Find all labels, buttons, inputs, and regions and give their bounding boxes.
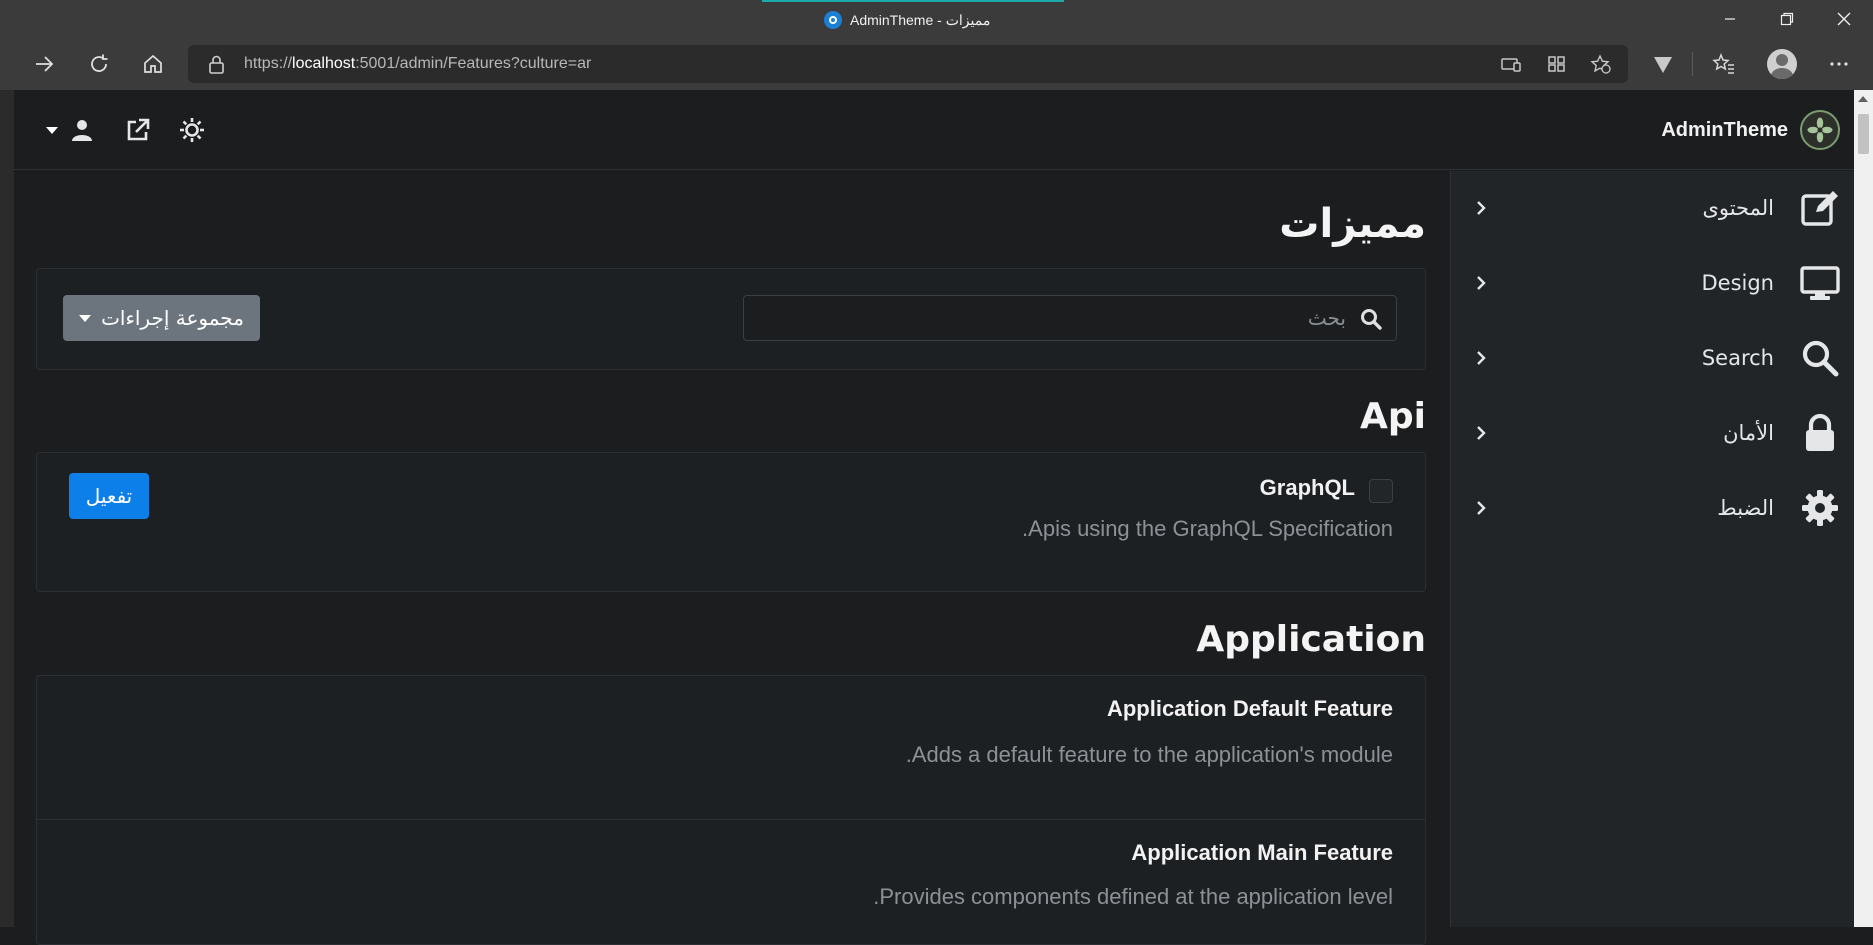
feature-list-application: Application Default Feature .Adds a defa… (36, 675, 1426, 945)
minimize-button[interactable] (1706, 0, 1754, 38)
vpn-extension-icon[interactable] (1651, 52, 1675, 76)
sun-icon (180, 118, 204, 142)
main-content: مميزات بحث مجموعة إجراءات Api GraphQL .A… (36, 171, 1426, 945)
admin-app: AdminTheme المحتوى Design Search الأمان … (14, 90, 1854, 945)
monitor-icon (1800, 263, 1840, 303)
url-text: https://localhost:5001/admin/Features?cu… (244, 55, 592, 72)
sidebar-item-label: Design (1701, 271, 1774, 295)
scroll-up-arrow-icon[interactable] (1858, 96, 1868, 102)
restore-icon (1780, 12, 1794, 26)
search-input[interactable]: بحث (743, 295, 1397, 341)
close-window-button[interactable] (1820, 0, 1868, 38)
favorites-icon[interactable] (1712, 52, 1736, 76)
gear-icon (1800, 488, 1840, 528)
minimize-icon (1725, 18, 1735, 20)
scrollbar-thumb[interactable] (1858, 114, 1869, 154)
close-icon (1837, 12, 1851, 26)
visit-site-button[interactable] (120, 112, 156, 148)
sidebar-item-search[interactable]: Search (1450, 321, 1854, 395)
browser-titlebar: AdminTheme - مميزات (0, 0, 1873, 38)
search-icon (1800, 338, 1840, 378)
sidebar-item-design[interactable]: Design (1450, 246, 1854, 320)
site-favicon-icon (824, 11, 842, 29)
sidebar-item-label: Search (1701, 346, 1774, 370)
lock-icon (209, 55, 224, 74)
bulk-actions-button[interactable]: مجموعة إجراءات (63, 295, 260, 341)
user-menu-button[interactable] (64, 112, 100, 148)
feature-name: Application Default Feature (1106, 696, 1393, 721)
chevron-right-icon (1477, 201, 1486, 215)
home-button[interactable] (129, 38, 177, 90)
external-link-icon (127, 118, 150, 141)
sidebar-item-label: الأمان (1723, 421, 1774, 445)
tab-title: AdminTheme - مميزات (850, 11, 991, 28)
chevron-down-icon (46, 126, 58, 134)
search-placeholder: بحث (1307, 306, 1346, 330)
sidebar-item-label: المحتوى (1702, 196, 1774, 220)
chevron-right-icon (1477, 276, 1486, 290)
more-options-icon[interactable] (1827, 52, 1851, 76)
forward-button[interactable] (20, 38, 68, 90)
feature-description: .Apis using the GraphQL Specification (1022, 516, 1393, 541)
sidebar-item-content[interactable]: المحتوى (1450, 171, 1854, 245)
brand-name: AdminTheme (1661, 118, 1788, 141)
avatar-head (1776, 54, 1788, 66)
restore-button[interactable] (1763, 0, 1811, 38)
feature-description: .Provides components defined at the appl… (873, 884, 1393, 909)
app-available-icon[interactable] (1500, 54, 1522, 74)
address-bar[interactable]: https://localhost:5001/admin/Features?cu… (188, 45, 1628, 83)
group-title: Application (1196, 619, 1426, 660)
brand[interactable]: AdminTheme (1661, 110, 1840, 150)
filter-toolbar: بحث مجموعة إجراءات (36, 268, 1426, 370)
reload-icon (91, 54, 108, 72)
sidebar-item-security[interactable]: الأمان (1450, 396, 1854, 470)
edit-icon (1800, 188, 1840, 228)
group-title: Api (1360, 396, 1426, 437)
chevron-right-icon (1477, 501, 1486, 515)
browser-toolbar: https://localhost:5001/admin/Features?cu… (0, 38, 1873, 90)
chevron-down-icon (79, 314, 92, 322)
extensions-icon[interactable] (1546, 54, 1568, 74)
brand-logo-mark (1807, 117, 1833, 143)
sidebar-item-label: الضبط (1717, 496, 1774, 520)
add-favorite-icon[interactable] (1590, 54, 1612, 74)
feature-name: Application Main Feature (1131, 840, 1393, 865)
theme-toggle-button[interactable] (174, 112, 210, 148)
admin-sidebar: المحتوى Design Search الأمان الضبط (1450, 171, 1854, 927)
toolbar-divider (1692, 52, 1693, 76)
bulk-actions-label: مجموعة إجراءات (101, 306, 244, 330)
chevron-right-icon (1477, 351, 1486, 365)
feature-description: .Adds a default feature to the applicati… (905, 742, 1393, 767)
lock-icon (1800, 413, 1840, 453)
avatar-body (1771, 68, 1793, 79)
active-tab-indicator (762, 0, 1064, 2)
orchard-logo-icon (1800, 110, 1840, 150)
profile-avatar[interactable] (1767, 49, 1797, 79)
left-window-edge (0, 90, 14, 927)
top-navbar: AdminTheme (14, 90, 1854, 170)
arrow-right-icon (36, 56, 54, 72)
browser-tab[interactable]: AdminTheme - مميزات (824, 9, 990, 31)
feature-list-api: GraphQL .Apis using the GraphQL Specific… (36, 452, 1426, 592)
reload-button[interactable] (75, 38, 123, 90)
sidebar-item-configuration[interactable]: الضبط (1450, 471, 1854, 545)
chevron-right-icon (1477, 426, 1486, 440)
page-scrollbar[interactable] (1854, 90, 1873, 927)
search-icon (1361, 309, 1382, 330)
feature-name: GraphQL (1259, 475, 1355, 500)
feature-divider (37, 819, 1425, 820)
feature-checkbox[interactable] (1369, 479, 1393, 503)
user-icon (72, 120, 92, 141)
page-title: مميزات (1279, 201, 1426, 247)
home-icon (144, 54, 162, 73)
enable-button[interactable]: تفعيل (69, 473, 149, 519)
